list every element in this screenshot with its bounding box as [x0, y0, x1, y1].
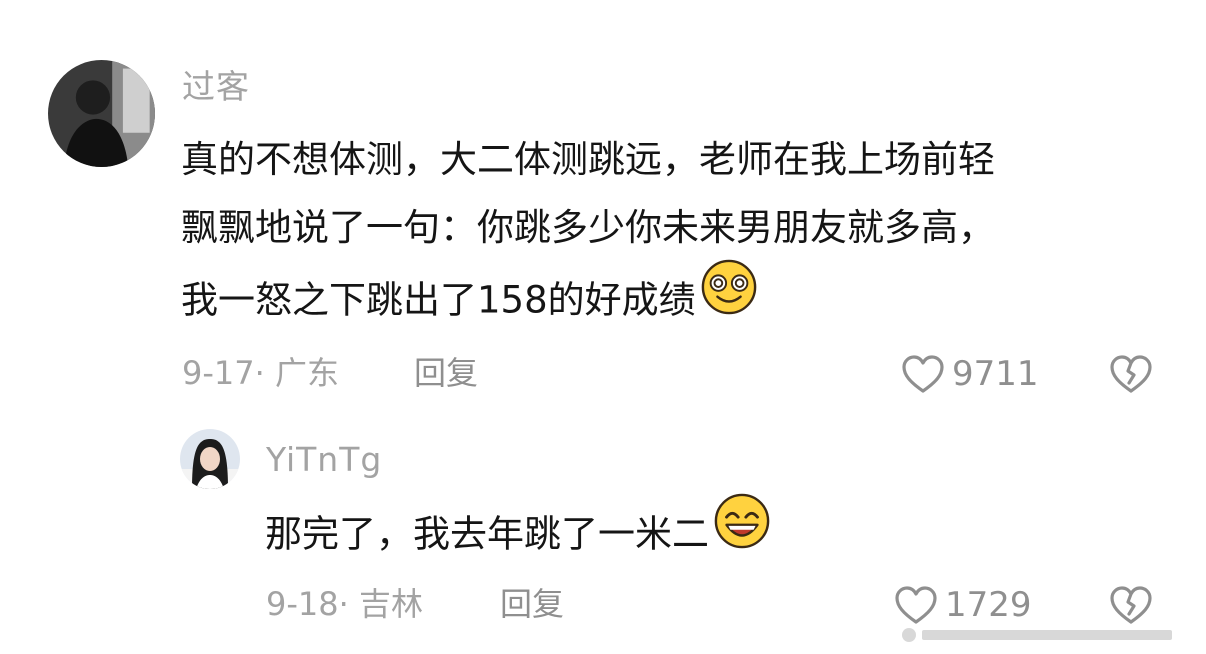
like-button[interactable]: 9711: [900, 353, 1039, 395]
grin-emoji-icon: [713, 492, 771, 572]
comment-username[interactable]: 过客: [182, 70, 250, 103]
comment-text: 真的不想体测，大二体测跳远，老师在我上场前轻 飘飘地说了一句：你跳多少你未来男朋…: [181, 126, 995, 342]
dizzy-smile-emoji-icon: [700, 258, 758, 338]
heart-outline-icon: [893, 584, 939, 626]
comment-date-location: 9-18· 吉林: [266, 585, 423, 623]
comment-text-line: 飘飘地说了一句：你跳多少你未来男朋友就多高，: [181, 206, 995, 249]
avatar[interactable]: [48, 60, 155, 167]
like-count: 9711: [952, 354, 1039, 394]
comment-username[interactable]: YiTnTg: [266, 443, 382, 476]
comment-text-line: 真的不想体测，大二体测跳远，老师在我上场前轻: [181, 138, 995, 181]
comment-text: 那完了，我去年跳了一米二: [265, 493, 771, 576]
reply-button[interactable]: 回复: [500, 588, 564, 620]
broken-heart-icon: [1108, 584, 1154, 626]
comment-text-line-with-emoji: 那完了，我去年跳了一米二: [265, 493, 771, 576]
dislike-button[interactable]: [1108, 353, 1154, 395]
broken-heart-icon: [1108, 353, 1154, 395]
avatar[interactable]: [180, 429, 240, 489]
dislike-button[interactable]: [1108, 584, 1154, 626]
comment-date-location: 9-17· 广东: [182, 354, 339, 392]
heart-outline-icon: [900, 353, 946, 395]
reply-button[interactable]: 回复: [414, 357, 478, 389]
comment-text-line: 我一怒之下跳出了158的好成绩: [181, 278, 696, 322]
comment-text-line: 那完了，我去年跳了一米二: [265, 512, 709, 556]
like-button[interactable]: 1729: [893, 584, 1032, 626]
watermark: [896, 622, 1196, 648]
like-count: 1729: [945, 585, 1032, 625]
comment-text-line-with-emoji: 我一怒之下跳出了158的好成绩: [181, 259, 995, 342]
